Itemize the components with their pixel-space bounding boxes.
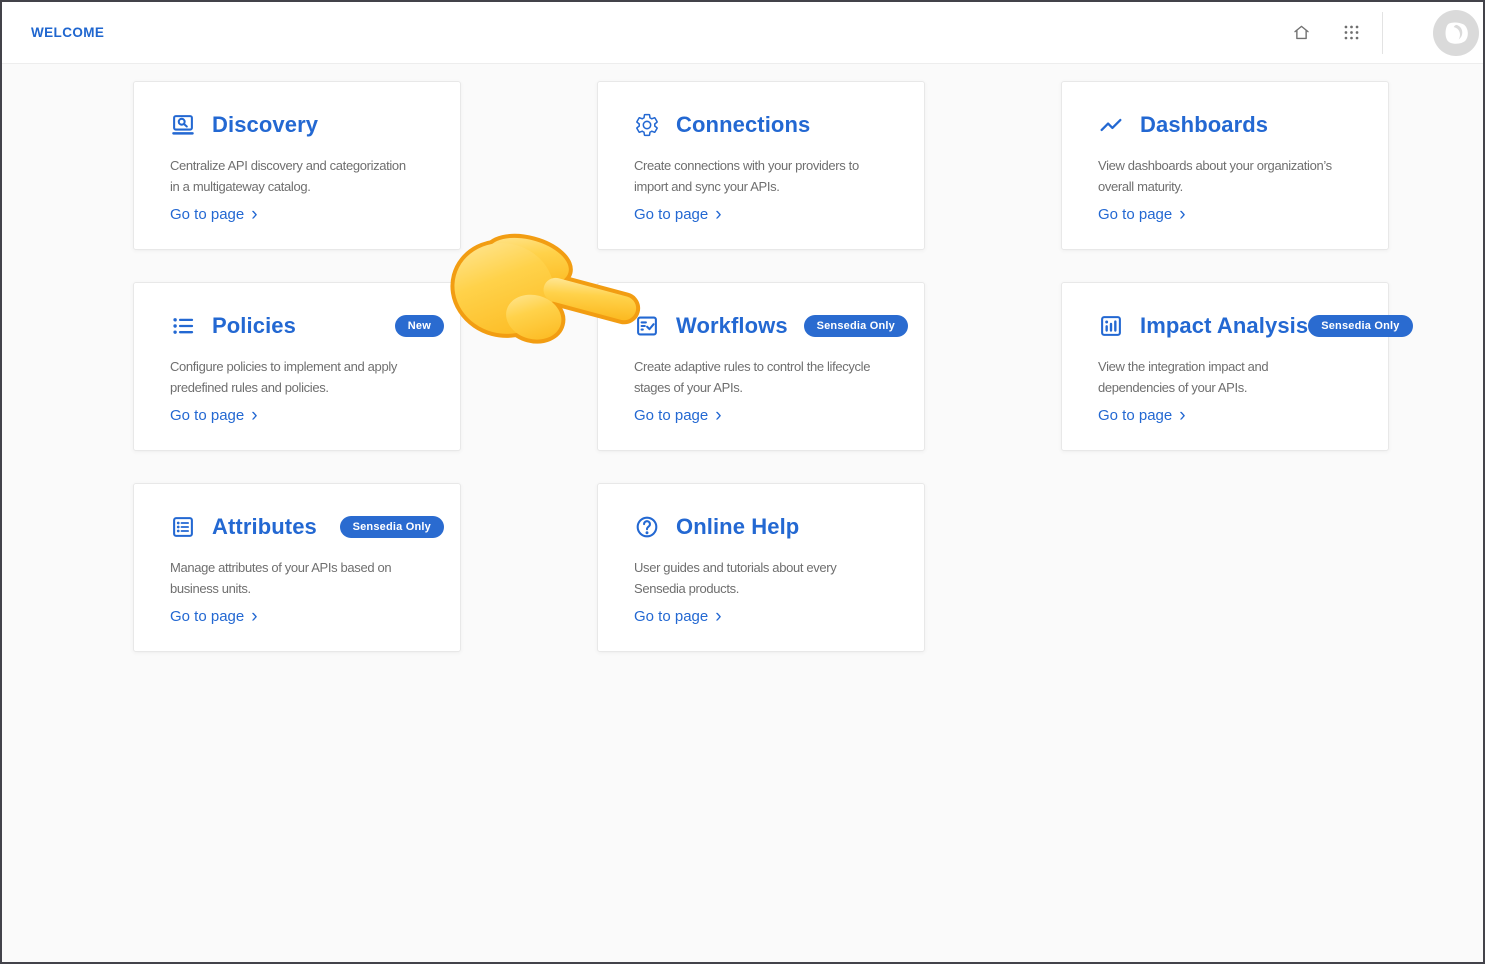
go-to-page-link[interactable]: Go to page › <box>1098 206 1186 223</box>
card-description: Configure policies to implement and appl… <box>170 356 444 398</box>
sensedia-only-badge: Sensedia Only <box>340 516 444 538</box>
chevron-right-icon: › <box>1179 207 1185 222</box>
user-avatar[interactable] <box>1433 10 1479 56</box>
card-impact-analysis: Impact Analysis Sensedia Only View the i… <box>1061 282 1389 451</box>
sensedia-only-badge: Sensedia Only <box>1308 315 1412 337</box>
card-connections: Connections Create connections with your… <box>597 81 925 250</box>
top-bar-actions <box>1284 10 1479 56</box>
chevron-right-icon: › <box>251 207 257 222</box>
card-title: Online Help <box>676 514 799 540</box>
go-to-page-label: Go to page <box>170 608 244 625</box>
apps-button[interactable] <box>1334 16 1368 50</box>
card-title: Attributes <box>212 514 317 540</box>
card-title: Policies <box>212 313 296 339</box>
go-to-page-label: Go to page <box>634 206 708 223</box>
list-box-icon <box>170 514 196 540</box>
help-circle-icon <box>634 514 660 540</box>
chevron-right-icon: › <box>251 609 257 624</box>
card-workflows: Workflows Sensedia Only Create adaptive … <box>597 282 925 451</box>
go-to-page-label: Go to page <box>634 608 708 625</box>
go-to-page-label: Go to page <box>634 407 708 424</box>
welcome-page: { "header": { "title": "WELCOME", "icons… <box>0 0 1485 964</box>
card-policies: Policies New Configure policies to imple… <box>133 282 461 451</box>
card-title: Workflows <box>676 313 788 339</box>
go-to-page-label: Go to page <box>1098 407 1172 424</box>
go-to-page-label: Go to page <box>170 407 244 424</box>
card-description: View dashboards about your organization’… <box>1098 155 1372 197</box>
go-to-page-link[interactable]: Go to page › <box>170 206 258 223</box>
card-online-help: Online Help User guides and tutorials ab… <box>597 483 925 652</box>
welcome-card-grid: Discovery Centralize API discovery and c… <box>133 81 1483 652</box>
card-description: Manage attributes of your APIs based on … <box>170 557 444 599</box>
checklist-box-icon <box>634 313 660 339</box>
header-divider <box>1382 12 1383 54</box>
apps-grid-icon <box>1342 23 1361 42</box>
sensedia-only-badge: Sensedia Only <box>804 315 908 337</box>
card-title: Dashboards <box>1140 112 1268 138</box>
gear-icon <box>634 112 660 138</box>
go-to-page-label: Go to page <box>170 206 244 223</box>
card-title: Impact Analysis <box>1140 313 1308 339</box>
bullet-list-icon <box>170 313 196 339</box>
chevron-right-icon: › <box>715 408 721 423</box>
trend-line-icon <box>1098 112 1124 138</box>
chevron-right-icon: › <box>251 408 257 423</box>
go-to-page-link[interactable]: Go to page › <box>170 407 258 424</box>
sensedia-logo-icon <box>1433 10 1479 56</box>
top-bar: WELCOME <box>2 2 1483 64</box>
go-to-page-link[interactable]: Go to page › <box>634 206 722 223</box>
home-icon <box>1291 22 1312 43</box>
go-to-page-link[interactable]: Go to page › <box>634 608 722 625</box>
home-button[interactable] <box>1284 16 1318 50</box>
go-to-page-label: Go to page <box>1098 206 1172 223</box>
card-attributes: Attributes Sensedia Only Manage attribut… <box>133 483 461 652</box>
go-to-page-link[interactable]: Go to page › <box>170 608 258 625</box>
new-badge: New <box>395 315 444 337</box>
screen-search-icon <box>170 112 196 138</box>
bar-chart-box-icon <box>1098 313 1124 339</box>
page-title: WELCOME <box>31 25 104 40</box>
card-description: User guides and tutorials about every Se… <box>634 557 908 599</box>
card-dashboards: Dashboards View dashboards about your or… <box>1061 81 1389 250</box>
card-description: View the integration impact and dependen… <box>1098 356 1372 398</box>
card-description: Create adaptive rules to control the lif… <box>634 356 908 398</box>
card-title: Discovery <box>212 112 318 138</box>
go-to-page-link[interactable]: Go to page › <box>1098 407 1186 424</box>
card-description: Centralize API discovery and categorizat… <box>170 155 444 197</box>
go-to-page-link[interactable]: Go to page › <box>634 407 722 424</box>
chevron-right-icon: › <box>1179 408 1185 423</box>
chevron-right-icon: › <box>715 609 721 624</box>
card-title: Connections <box>676 112 810 138</box>
card-discovery: Discovery Centralize API discovery and c… <box>133 81 461 250</box>
chevron-right-icon: › <box>715 207 721 222</box>
card-description: Create connections with your providers t… <box>634 155 908 197</box>
